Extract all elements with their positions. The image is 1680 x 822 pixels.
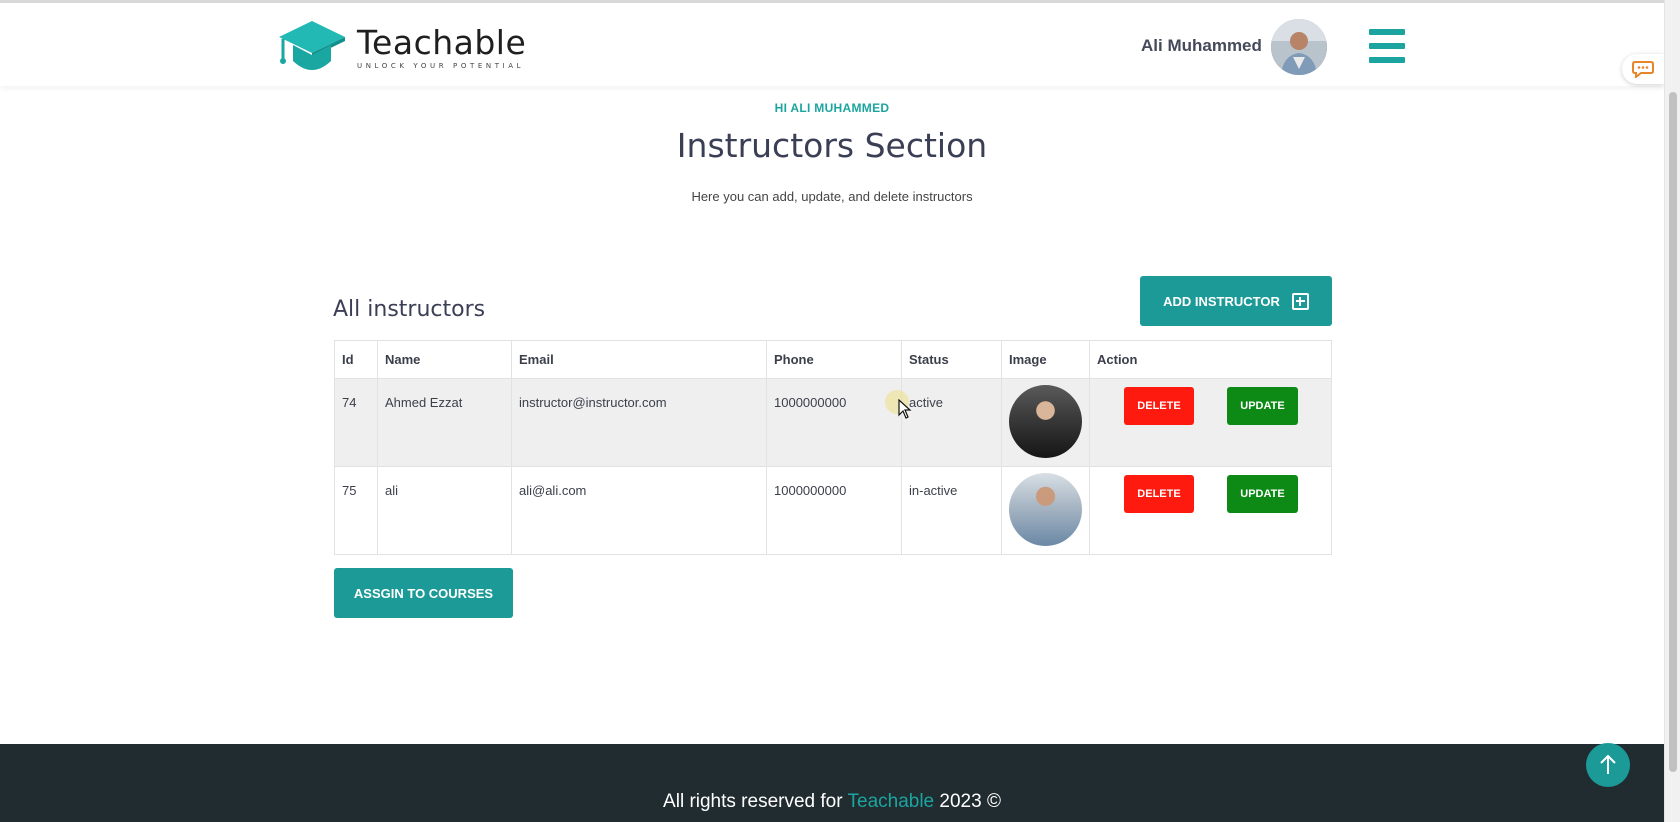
graduation-cap-logo-icon [279,21,345,70]
mouse-cursor-icon [898,399,912,419]
arrow-up-icon [1600,754,1616,774]
chat-icon [1632,61,1654,78]
instructors-table: Id Name Email Phone Status Image Action … [334,340,1332,555]
page-scrollbar[interactable] [1664,0,1680,822]
table-header-row: Id Name Email Phone Status Image Action [334,340,1332,379]
plus-square-icon [1291,292,1309,310]
cell-phone: 1000000000 [766,378,902,467]
user-name[interactable]: Ali Muhammed [1141,36,1262,56]
footer-text-after: 2023 © [934,791,1001,812]
cell-name: Ahmed Ezzat [377,378,512,467]
user-avatar-image [1271,19,1327,75]
update-button[interactable]: UPDATE [1227,387,1298,425]
footer-brand-link[interactable]: Teachable [848,791,935,812]
page: Teachable UNLOCK YOUR POTENTIAL Ali Muha… [0,0,1680,822]
cell-status: in-active [901,466,1002,555]
cell-phone: 1000000000 [766,466,902,555]
cell-image [1001,378,1090,467]
table-row: 75 ali ali@ali.com 1000000000 in-active … [334,466,1332,555]
column-header-id: Id [334,340,378,379]
greeting: HI ALI MUHAMMED [774,101,890,115]
instructor-avatar [1009,473,1082,546]
brand-name: Teachable [357,23,527,62]
cell-id: 75 [334,466,378,555]
cell-name: ali [377,466,512,555]
instructor-avatar [1009,385,1082,458]
column-header-status: Status [901,340,1002,379]
scrollbar-thumb[interactable] [1669,92,1677,772]
page-subtitle: Here you can add, update, and delete ins… [691,189,973,204]
assign-to-courses-button[interactable]: ASSGIN TO COURSES [334,568,513,618]
footer-copyright: All rights reserved for Teachable 2023 © [0,791,1664,813]
site-header: Teachable UNLOCK YOUR POTENTIAL Ali Muha… [0,0,1664,86]
add-instructor-label: ADD INSTRUCTOR [1163,293,1280,309]
user-avatar[interactable] [1271,19,1327,75]
cell-email: instructor@instructor.com [511,378,767,467]
column-header-name: Name [377,340,512,379]
cell-image [1001,466,1090,555]
column-header-image: Image [1001,340,1090,379]
brand-logo[interactable]: Teachable UNLOCK YOUR POTENTIAL [277,19,526,77]
section-title: All instructors [333,297,486,322]
footer-text-before: All rights reserved for [663,791,848,812]
delete-button[interactable]: DELETE [1124,387,1194,425]
add-instructor-button[interactable]: ADD INSTRUCTOR [1140,276,1332,326]
chat-widget-button[interactable] [1622,54,1664,84]
cell-actions: DELETE UPDATE [1089,466,1332,555]
cell-actions: DELETE UPDATE [1089,378,1332,467]
delete-button[interactable]: DELETE [1124,475,1194,513]
column-header-phone: Phone [766,340,902,379]
page-title: Instructors Section [676,126,988,165]
table-row: 74 Ahmed Ezzat instructor@instructor.com… [334,378,1332,467]
scroll-to-top-button[interactable] [1586,743,1630,787]
brand-tagline: UNLOCK YOUR POTENTIAL [357,62,525,70]
cell-status: active [901,378,1002,467]
update-button[interactable]: UPDATE [1227,475,1298,513]
hamburger-menu-icon[interactable] [1369,29,1405,63]
column-header-email: Email [511,340,767,379]
column-header-action: Action [1089,340,1332,379]
cell-id: 74 [334,378,378,467]
cell-email: ali@ali.com [511,466,767,555]
